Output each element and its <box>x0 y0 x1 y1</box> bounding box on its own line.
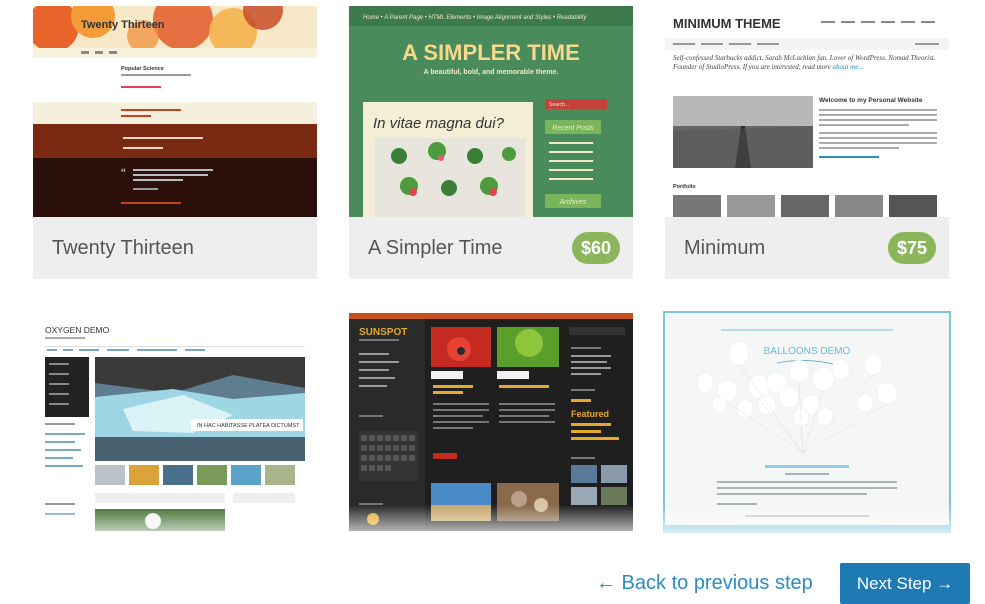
preview-widget-2: Archives <box>559 199 587 206</box>
theme-card-oxygen[interactable]: OXYGEN DEMO IN HAC HABITASSE PLATEA DICT… <box>33 313 317 531</box>
preview-post-title: Popular Science <box>121 66 164 72</box>
theme-card-balloons[interactable]: BALLOONS DEMO <box>665 313 949 531</box>
preview-site-title: OXYGEN DEMO <box>45 325 110 335</box>
preview-site-title: A SIMPLER TIME <box>402 40 580 65</box>
theme-preview-a-simpler-time: Home • A Parent Page • HTML Elements • I… <box>349 6 633 217</box>
theme-name: Minimum <box>684 237 766 259</box>
price-badge: $60 <box>571 232 620 264</box>
theme-card-minimum[interactable]: MINIMUM THEME Self-confessed Starbucks a… <box>665 6 949 279</box>
theme-caption: Twenty Thirteen <box>33 217 317 279</box>
theme-caption: Minimum $75 <box>665 217 949 279</box>
preview-site-title: MINIMUM THEME <box>673 16 781 31</box>
theme-card-sunspot[interactable]: SUNSPOT Featured <box>349 313 633 531</box>
back-to-previous-step-link[interactable]: ← Back to previous step <box>596 572 813 595</box>
price-badge: $75 <box>887 232 936 264</box>
theme-card-a-simpler-time[interactable]: Home • A Parent Page • HTML Elements • I… <box>349 6 633 279</box>
theme-picker: Twenty Thirteen Popular Science “ Twenty… <box>0 0 985 604</box>
theme-name: A Simpler Time <box>368 237 503 259</box>
preview-featured: Featured <box>571 409 609 419</box>
svg-text:“: “ <box>121 165 126 181</box>
theme-card-twenty-thirteen[interactable]: Twenty Thirteen Popular Science “ Twenty… <box>33 6 317 279</box>
preview-site-title: BALLOONS DEMO <box>764 346 851 357</box>
preview-nav: Home • A Parent Page • HTML Elements • I… <box>363 15 587 21</box>
preview-intro: Self-confessed Starbucks addict. Sarah M… <box>673 54 936 71</box>
preview-site-title: SUNSPOT <box>359 327 407 338</box>
preview-site-title: Twenty Thirteen <box>81 19 165 31</box>
next-step-button[interactable]: Next Step → <box>840 563 970 604</box>
theme-name: Twenty Thirteen <box>52 237 194 259</box>
theme-preview-sunspot: SUNSPOT Featured <box>349 313 633 531</box>
preview-tagline: A beautiful, bold, and memorable theme. <box>424 69 559 76</box>
preview-welcome: Welcome to my Personal Website <box>819 97 923 104</box>
theme-preview-oxygen: OXYGEN DEMO IN HAC HABITASSE PLATEA DICT… <box>33 313 317 531</box>
preview-portfolio: Portfolio <box>673 184 696 190</box>
preview-search: Search... <box>549 102 569 108</box>
preview-intro-link: about me... <box>832 63 864 71</box>
scroll-fade <box>0 505 985 545</box>
theme-caption: A Simpler Time $60 <box>349 217 633 279</box>
theme-preview-balloons: BALLOONS DEMO <box>665 313 949 531</box>
preview-post-heading: In vitae magna dui? <box>373 115 505 132</box>
theme-preview-twenty-thirteen: Twenty Thirteen Popular Science “ <box>33 6 317 217</box>
preview-widget-1: Recent Posts <box>552 125 594 132</box>
preview-feature-caption: IN HAC HABITASSE PLATEA DICTUMST <box>197 423 300 429</box>
theme-preview-minimum: MINIMUM THEME Self-confessed Starbucks a… <box>665 6 949 217</box>
